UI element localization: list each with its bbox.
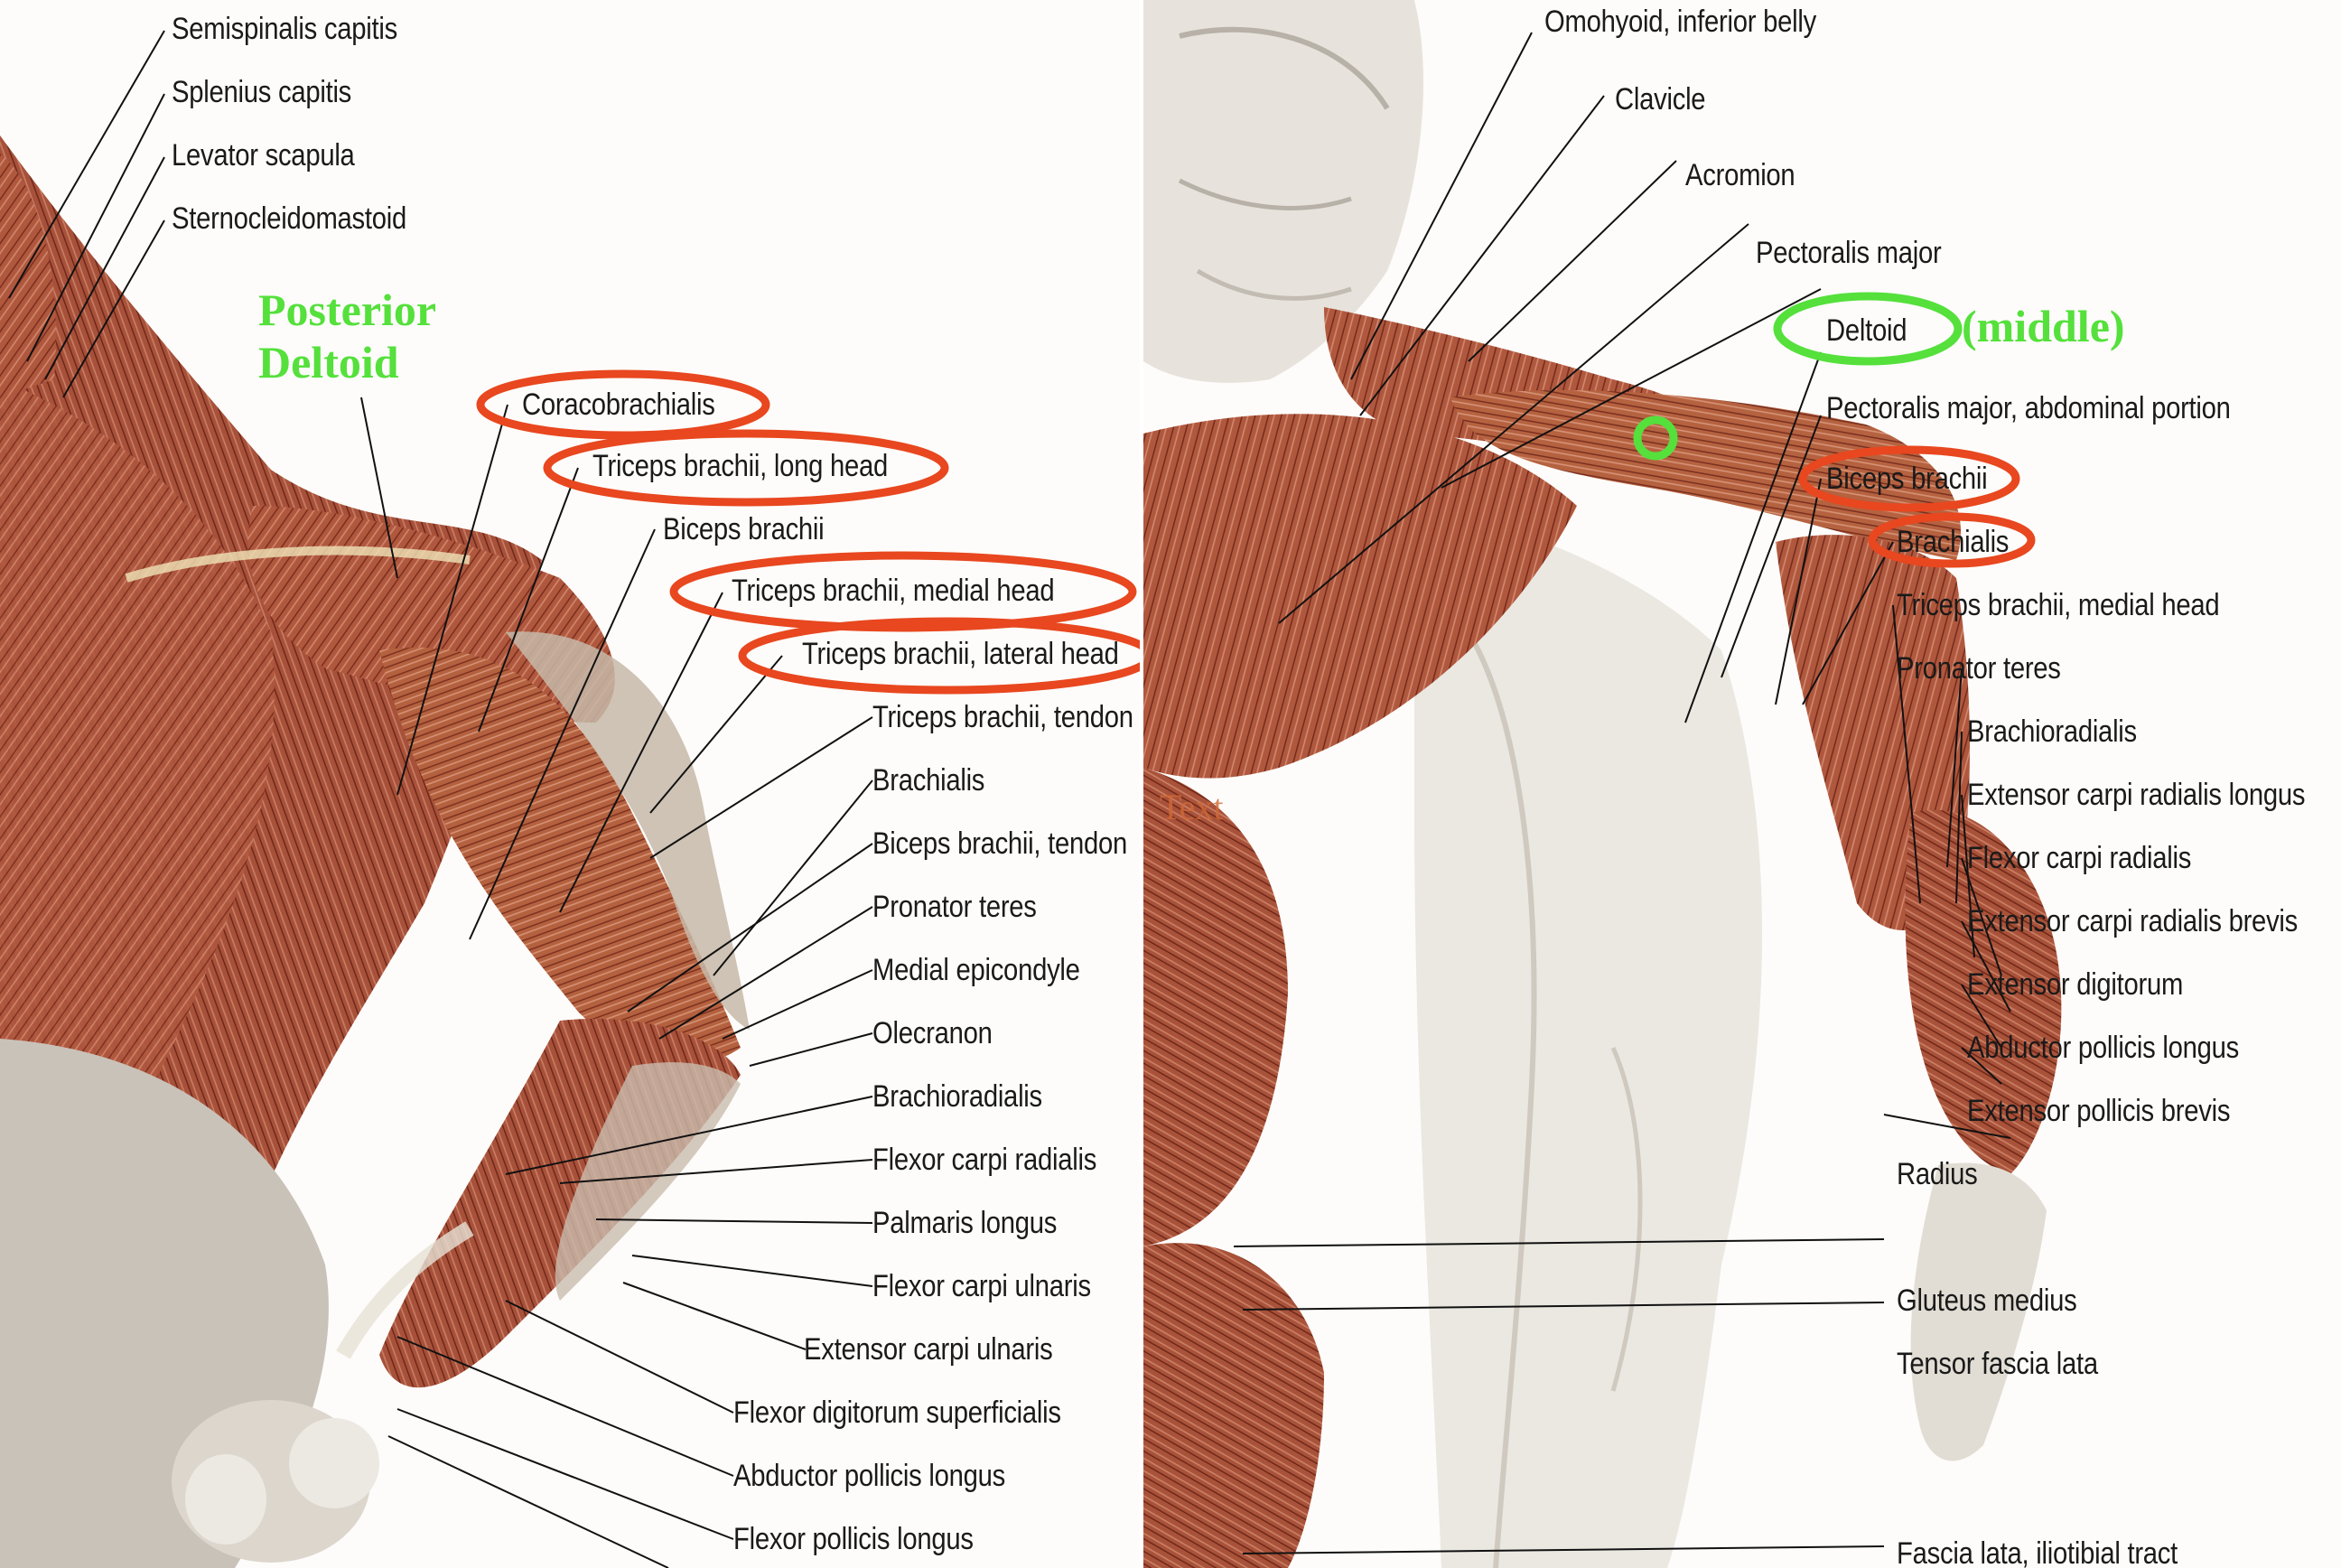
label-triceps-long-head: Triceps brachii, long head <box>592 449 889 483</box>
label-coracobrachialis: Coracobrachialis <box>522 387 715 422</box>
label-levator-scapula: Levator scapula <box>172 138 355 173</box>
label-flexor-digitorum-superficialis: Flexor digitorum superficialis <box>733 1395 1061 1430</box>
label-pronator-teres-right: Pronator teres <box>1897 651 2061 686</box>
label-acromion: Acromion <box>1685 158 1795 192</box>
label-biceps-brachii: Biceps brachii <box>663 512 825 546</box>
label-pronator-teres: Pronator teres <box>872 890 1037 924</box>
anterior-view-panel: Omohyoid, inferior belly Clavicle Acromi… <box>1143 0 2341 1568</box>
label-biceps-brachii-right: Biceps brachii <box>1826 462 1988 496</box>
text-overlay: Text <box>1160 787 1224 827</box>
label-splenius-capitis: Splenius capitis <box>172 75 352 109</box>
label-flexor-carpi-radialis: Flexor carpi radialis <box>872 1143 1097 1177</box>
label-triceps-medial-head: Triceps brachii, medial head <box>732 574 1055 608</box>
label-triceps-tendon: Triceps brachii, tendon <box>872 700 1133 734</box>
label-tensor-fascia-lata: Tensor fascia lata <box>1897 1347 2098 1381</box>
label-deltoid: Deltoid <box>1826 313 1907 348</box>
label-radius: Radius <box>1897 1157 1978 1191</box>
label-flexor-carpi-ulnaris: Flexor carpi ulnaris <box>872 1269 1091 1303</box>
label-abductor-pollicis-longus-right: Abductor pollicis longus <box>1967 1031 2239 1065</box>
posterior-deltoid-heading: Posterior Deltoid <box>258 285 436 387</box>
label-omohyoid-inferior-belly: Omohyoid, inferior belly <box>1544 5 1816 39</box>
middle-deltoid-heading: (middle) <box>1962 301 2125 351</box>
label-triceps-medial-head-right: Triceps brachii, medial head <box>1897 588 2220 622</box>
label-brachialis-right: Brachialis <box>1897 525 2010 559</box>
label-brachioradialis-right: Brachioradialis <box>1967 714 2137 749</box>
label-extensor-carpi-ulnaris: Extensor carpi ulnaris <box>804 1332 1053 1367</box>
label-semispinalis-capitis: Semispinalis capitis <box>172 12 397 46</box>
label-extensor-digitorum: Extensor digitorum <box>1967 967 2184 1002</box>
label-pectoralis-major-abdominal: Pectoralis major, abdominal portion <box>1826 391 2231 425</box>
label-sternocleidomastoid: Sternocleidomastoid <box>172 201 407 236</box>
label-palmaris-longus: Palmaris longus <box>872 1206 1058 1240</box>
label-gluteus-medius: Gluteus medius <box>1897 1283 2077 1318</box>
label-extensor-carpi-radialis-brevis: Extensor carpi radialis brevis <box>1967 904 2299 938</box>
label-clavicle: Clavicle <box>1615 82 1706 117</box>
label-brachialis: Brachialis <box>872 763 985 798</box>
posterior-view-panel: Semispinalis capitis Splenius capitis Le… <box>0 0 1140 1568</box>
label-brachioradialis: Brachioradialis <box>872 1079 1042 1114</box>
label-flexor-carpi-radialis-right: Flexor carpi radialis <box>1967 841 2192 875</box>
label-triceps-lateral-head: Triceps brachii, lateral head <box>802 637 1119 671</box>
label-flexor-pollicis-longus: Flexor pollicis longus <box>733 1522 974 1556</box>
label-extensor-carpi-radialis-longus: Extensor carpi radialis longus <box>1967 778 2306 812</box>
label-medial-epicondyle: Medial epicondyle <box>872 953 1080 987</box>
label-pectoralis-major: Pectoralis major <box>1756 236 1942 270</box>
label-extensor-pollicis-brevis: Extensor pollicis brevis <box>1967 1094 2231 1128</box>
label-abductor-pollicis-longus: Abductor pollicis longus <box>733 1459 1005 1493</box>
label-olecranon: Olecranon <box>872 1016 993 1050</box>
label-biceps-tendon: Biceps brachii, tendon <box>872 826 1128 861</box>
label-fascia-lata-iliotibial-tract: Fascia lata, iliotibial tract <box>1897 1536 2178 1568</box>
